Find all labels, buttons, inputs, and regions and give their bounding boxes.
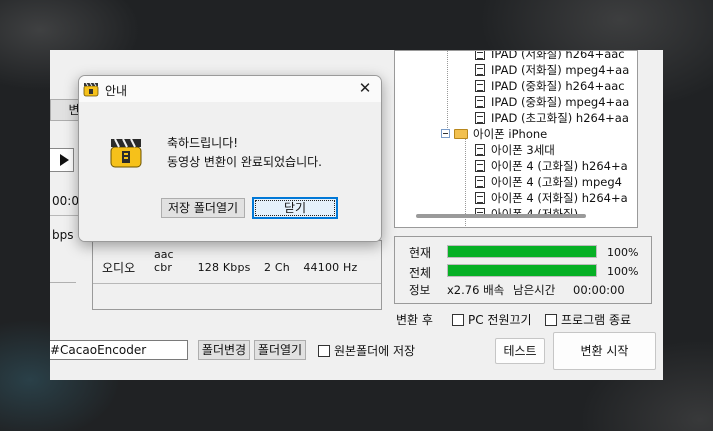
left-divider-2	[50, 282, 76, 283]
checkbox-box[interactable]	[318, 345, 330, 357]
after-convert-label: 변환 후	[396, 313, 433, 327]
folder-open-icon	[454, 129, 468, 139]
open-save-folder-button[interactable]: 저장 폴더열기	[161, 198, 245, 218]
tree-folder-iphone[interactable]: 아이폰 iPhone	[441, 126, 547, 142]
file-icon	[475, 176, 485, 188]
dialog-close-button[interactable]: 닫기	[252, 197, 338, 219]
dialog-body: 축하드립니다! 동영상 변환이 완료되었습니다. 저장 폴더열기 닫기	[79, 102, 381, 241]
tree-item[interactable]: 아이폰 4 (고화질) h264+a	[475, 158, 628, 174]
current-label: 현재	[409, 246, 432, 260]
audio-label: 오디오	[102, 261, 136, 275]
audio-mode: cbr	[154, 261, 173, 274]
program-exit-checkbox[interactable]: 프로그램 종료	[545, 311, 631, 328]
clapperboard-icon	[110, 138, 142, 168]
current-percent: 100%	[607, 246, 639, 259]
audio-channels: 2 Ch	[263, 261, 290, 274]
total-label: 전체	[409, 266, 432, 280]
remaining-label: 남은시간	[513, 283, 556, 297]
start-convert-button[interactable]: 변환 시작	[553, 332, 656, 370]
open-folder-button[interactable]: 폴더열기	[254, 340, 306, 360]
speed-value: x2.76 배속	[447, 283, 505, 297]
info-row: 정보 x2.76 배속 남은시간 00:00:00	[409, 282, 625, 298]
file-icon	[475, 160, 485, 172]
tree-item[interactable]: IPAD (저화질) mpeg4+aa	[475, 62, 629, 78]
tree-item[interactable]: IPAD (초고화질) h264+aa	[475, 110, 629, 126]
test-button[interactable]: 테스트	[495, 338, 545, 364]
clapperboard-icon	[83, 82, 99, 97]
left-bitrate-value: bps	[52, 228, 74, 242]
checkbox-box[interactable]	[452, 314, 464, 326]
dialog-message-line2: 동영상 변환이 완료되었습니다.	[167, 155, 322, 169]
total-progress-bar	[447, 264, 597, 277]
file-icon	[475, 64, 485, 76]
completion-dialog: 안내 ✕ 축하드립니다! 동영상 변환이 완료되었습니다. 저장 폴더열기 닫기	[78, 75, 382, 242]
audio-detail: cbr 128 Kbps 2 Ch 44100 Hz	[154, 261, 357, 274]
file-icon	[475, 112, 485, 124]
tree-item[interactable]: IPAD (중화질) h264+aac	[475, 78, 625, 94]
pc-shutdown-checkbox[interactable]: PC 전원끄기	[452, 311, 532, 328]
tree-item[interactable]: IPAD (저화질) h264+aac	[475, 51, 625, 62]
file-icon	[475, 51, 485, 60]
file-icon	[475, 96, 485, 108]
current-progress-fill	[448, 246, 596, 257]
tree-item[interactable]: 아이폰 4 (저화질) h264+a	[475, 190, 628, 206]
tree-guide-line	[447, 51, 448, 131]
progress-panel: 현재 100% 전체 100% 정보 x2.76 배속 남은시간 00:00:00	[394, 236, 652, 304]
tree-horizontal-scrollbar[interactable]	[416, 214, 586, 218]
audio-codec: aac	[154, 248, 174, 261]
file-icon	[475, 192, 485, 204]
total-progress-fill	[448, 265, 596, 276]
collapse-icon[interactable]	[441, 129, 450, 138]
total-percent: 100%	[607, 265, 639, 278]
checkbox-box[interactable]	[545, 314, 557, 326]
tree-item[interactable]: IPAD (중화질) mpeg4+aa	[475, 94, 629, 110]
info-label: 정보	[409, 283, 431, 297]
dialog-title: 안내	[105, 84, 128, 98]
tree-item[interactable]: 아이폰 3세대	[475, 142, 555, 158]
preset-tree[interactable]: IPAD (저화질) h264+aac IPAD (저화질) mpeg4+aa …	[394, 50, 638, 228]
dialog-message-line1: 축하드립니다!	[167, 136, 239, 150]
file-icon	[475, 144, 485, 156]
dialog-close-button-label: 닫기	[254, 200, 336, 216]
output-path-input[interactable]: #CacaoEncoder	[50, 340, 188, 360]
remaining-value: 00:00:00	[573, 283, 625, 297]
tree-item[interactable]: 아이폰 4 (고화질) mpeg4	[475, 174, 622, 190]
audio-samplerate: 44100 Hz	[303, 261, 358, 274]
close-icon[interactable]: ✕	[357, 79, 373, 97]
audio-row: 오디오 aac cbr 128 Kbps 2 Ch 44100 Hz	[92, 240, 382, 284]
play-icon	[60, 154, 69, 166]
audio-bitrate: 128 Kbps	[197, 261, 251, 274]
save-in-source-checkbox[interactable]: 원본폴더에 저장	[318, 342, 415, 359]
current-progress-bar	[447, 245, 597, 258]
file-icon	[475, 80, 485, 92]
change-folder-button[interactable]: 폴더변경	[198, 340, 250, 360]
left-time-value: 00:0	[52, 194, 79, 208]
dialog-titlebar[interactable]: 안내 ✕	[79, 76, 381, 102]
